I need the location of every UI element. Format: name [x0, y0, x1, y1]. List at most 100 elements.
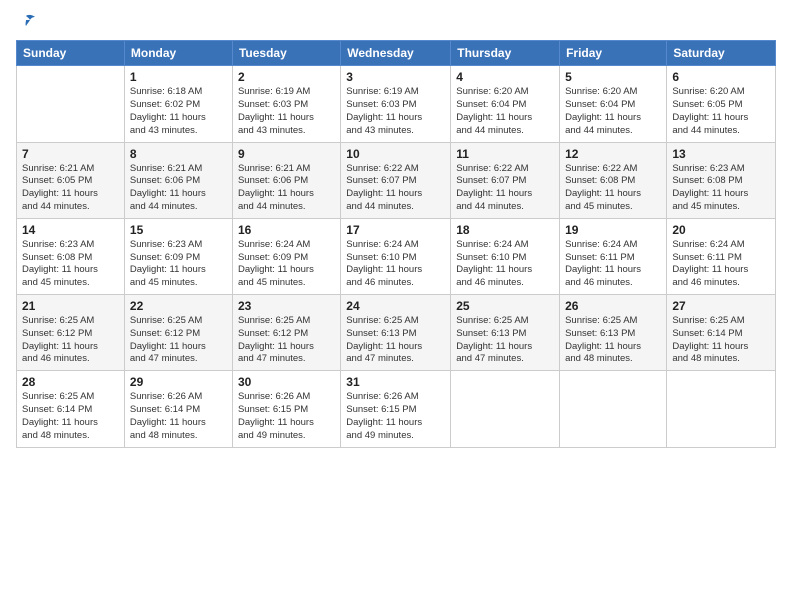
table-row: 6Sunrise: 6:20 AM Sunset: 6:05 PM Daylig… — [667, 66, 776, 142]
cell-date: 9 — [238, 147, 335, 161]
cell-date: 11 — [456, 147, 554, 161]
cell-date: 16 — [238, 223, 335, 237]
table-row: 31 Sunrise: 6:26 AM Sunset: 6:15 PM Dayli… — [341, 371, 451, 447]
cell-date: 23 — [238, 299, 335, 313]
table-row: 11 Sunrise: 6:22 AM Sunset: 6:07 PM Dayli… — [451, 142, 560, 218]
cell-info: Sunrise: 6:22 AM Sunset: 6:07 PM Dayligh… — [456, 163, 554, 214]
cell-info: Sunrise: 6:24 AM Sunset: 6:10 PM Dayligh… — [346, 239, 445, 290]
table-row: 22 Sunrise: 6:25 AM Sunset: 6:12 PM Dayli… — [124, 295, 232, 371]
calendar-week-row: 28Sunrise: 6:25 AM Sunset: 6:14 PM Dayli… — [17, 371, 776, 447]
weekday-header-friday: Friday — [560, 41, 667, 66]
cell-info: Sunrise: 6:21 AM Sunset: 6:06 PM Dayligh… — [238, 163, 335, 214]
cell-info: Sunrise: 6:25 AM Sunset: 6:12 PM Dayligh… — [130, 315, 227, 366]
cell-date: 4 — [456, 70, 554, 84]
cell-info: Sunrise: 6:25 AM Sunset: 6:12 PM Dayligh… — [238, 315, 335, 366]
cell-info: Sunrise: 6:18 AM Sunset: 6:02 PM Dayligh… — [130, 86, 227, 137]
table-row: 27 Sunrise: 6:25 AM Sunset: 6:14 PM Dayli… — [667, 295, 776, 371]
table-row: 29 Sunrise: 6:26 AM Sunset: 6:14 PM Dayli… — [124, 371, 232, 447]
cell-date: 29 — [130, 375, 227, 389]
calendar-week-row: 14Sunrise: 6:23 AM Sunset: 6:08 PM Dayli… — [17, 218, 776, 294]
cell-info: Sunrise: 6:20 AM Sunset: 6:04 PM Dayligh… — [565, 86, 661, 137]
cell-date: 10 — [346, 147, 445, 161]
calendar-week-row: 7Sunrise: 6:21 AM Sunset: 6:05 PM Daylig… — [17, 142, 776, 218]
table-row: 12 Sunrise: 6:22 AM Sunset: 6:08 PM Dayli… — [560, 142, 667, 218]
table-row: 2 Sunrise: 6:19 AM Sunset: 6:03 PM Daylig… — [232, 66, 340, 142]
cell-date: 31 — [346, 375, 445, 389]
cell-info: Sunrise: 6:25 AM Sunset: 6:13 PM Dayligh… — [346, 315, 445, 366]
page: SundayMondayTuesdayWednesdayThursdayFrid… — [0, 0, 792, 612]
weekday-header-monday: Monday — [124, 41, 232, 66]
header — [16, 12, 776, 32]
cell-date: 7 — [22, 147, 119, 161]
table-row: 10 Sunrise: 6:22 AM Sunset: 6:07 PM Dayli… — [341, 142, 451, 218]
cell-date: 30 — [238, 375, 335, 389]
cell-date: 1 — [130, 70, 227, 84]
table-row: 26Sunrise: 6:25 AM Sunset: 6:13 PM Dayli… — [560, 295, 667, 371]
table-row: 15 Sunrise: 6:23 AM Sunset: 6:09 PM Dayli… — [124, 218, 232, 294]
table-row: 17 Sunrise: 6:24 AM Sunset: 6:10 PM Dayli… — [341, 218, 451, 294]
table-row: 25 Sunrise: 6:25 AM Sunset: 6:13 PM Dayli… — [451, 295, 560, 371]
table-row: 13Sunrise: 6:23 AM Sunset: 6:08 PM Dayli… — [667, 142, 776, 218]
cell-date: 5 — [565, 70, 661, 84]
cell-info: Sunrise: 6:26 AM Sunset: 6:15 PM Dayligh… — [346, 391, 445, 442]
cell-date: 27 — [672, 299, 770, 313]
table-row: 23 Sunrise: 6:25 AM Sunset: 6:12 PM Dayli… — [232, 295, 340, 371]
cell-info: Sunrise: 6:19 AM Sunset: 6:03 PM Dayligh… — [346, 86, 445, 137]
cell-date: 8 — [130, 147, 227, 161]
logo-text — [16, 12, 36, 32]
weekday-header-saturday: Saturday — [667, 41, 776, 66]
cell-info: Sunrise: 6:20 AM Sunset: 6:05 PM Dayligh… — [672, 86, 770, 137]
cell-date: 17 — [346, 223, 445, 237]
cell-info: Sunrise: 6:26 AM Sunset: 6:14 PM Dayligh… — [130, 391, 227, 442]
table-row: 4Sunrise: 6:20 AM Sunset: 6:04 PM Daylig… — [451, 66, 560, 142]
weekday-header-thursday: Thursday — [451, 41, 560, 66]
cell-date: 18 — [456, 223, 554, 237]
cell-date: 19 — [565, 223, 661, 237]
table-row: 24 Sunrise: 6:25 AM Sunset: 6:13 PM Dayli… — [341, 295, 451, 371]
cell-info: Sunrise: 6:26 AM Sunset: 6:15 PM Dayligh… — [238, 391, 335, 442]
table-row: 28Sunrise: 6:25 AM Sunset: 6:14 PM Dayli… — [17, 371, 125, 447]
cell-info: Sunrise: 6:25 AM Sunset: 6:12 PM Dayligh… — [22, 315, 119, 366]
table-row — [667, 371, 776, 447]
weekday-header-tuesday: Tuesday — [232, 41, 340, 66]
cell-info: Sunrise: 6:22 AM Sunset: 6:07 PM Dayligh… — [346, 163, 445, 214]
logo — [16, 12, 36, 32]
cell-info: Sunrise: 6:24 AM Sunset: 6:09 PM Dayligh… — [238, 239, 335, 290]
cell-date: 15 — [130, 223, 227, 237]
cell-info: Sunrise: 6:19 AM Sunset: 6:03 PM Dayligh… — [238, 86, 335, 137]
weekday-header-row: SundayMondayTuesdayWednesdayThursdayFrid… — [17, 41, 776, 66]
weekday-header-sunday: Sunday — [17, 41, 125, 66]
cell-date: 3 — [346, 70, 445, 84]
table-row: 19Sunrise: 6:24 AM Sunset: 6:11 PM Dayli… — [560, 218, 667, 294]
cell-info: Sunrise: 6:21 AM Sunset: 6:06 PM Dayligh… — [130, 163, 227, 214]
cell-date: 24 — [346, 299, 445, 313]
table-row: 9 Sunrise: 6:21 AM Sunset: 6:06 PM Daylig… — [232, 142, 340, 218]
cell-info: Sunrise: 6:22 AM Sunset: 6:08 PM Dayligh… — [565, 163, 661, 214]
cell-date: 22 — [130, 299, 227, 313]
cell-date: 26 — [565, 299, 661, 313]
table-row — [17, 66, 125, 142]
table-row — [451, 371, 560, 447]
cell-date: 12 — [565, 147, 661, 161]
table-row: 3 Sunrise: 6:19 AM Sunset: 6:03 PM Daylig… — [341, 66, 451, 142]
calendar-table: SundayMondayTuesdayWednesdayThursdayFrid… — [16, 40, 776, 447]
cell-info: Sunrise: 6:23 AM Sunset: 6:08 PM Dayligh… — [672, 163, 770, 214]
table-row: 8 Sunrise: 6:21 AM Sunset: 6:06 PM Daylig… — [124, 142, 232, 218]
table-row: 16 Sunrise: 6:24 AM Sunset: 6:09 PM Dayli… — [232, 218, 340, 294]
logo-bird-icon — [16, 12, 36, 32]
cell-info: Sunrise: 6:25 AM Sunset: 6:13 PM Dayligh… — [456, 315, 554, 366]
cell-date: 28 — [22, 375, 119, 389]
table-row: 1 Sunrise: 6:18 AM Sunset: 6:02 PM Daylig… — [124, 66, 232, 142]
cell-date: 21 — [22, 299, 119, 313]
cell-info: Sunrise: 6:23 AM Sunset: 6:09 PM Dayligh… — [130, 239, 227, 290]
cell-info: Sunrise: 6:23 AM Sunset: 6:08 PM Dayligh… — [22, 239, 119, 290]
cell-date: 2 — [238, 70, 335, 84]
cell-date: 25 — [456, 299, 554, 313]
calendar-week-row: 1 Sunrise: 6:18 AM Sunset: 6:02 PM Daylig… — [17, 66, 776, 142]
calendar-week-row: 21 Sunrise: 6:25 AM Sunset: 6:12 PM Dayli… — [17, 295, 776, 371]
cell-date: 20 — [672, 223, 770, 237]
table-row: 7Sunrise: 6:21 AM Sunset: 6:05 PM Daylig… — [17, 142, 125, 218]
weekday-header-wednesday: Wednesday — [341, 41, 451, 66]
cell-info: Sunrise: 6:25 AM Sunset: 6:14 PM Dayligh… — [672, 315, 770, 366]
table-row: 18Sunrise: 6:24 AM Sunset: 6:10 PM Dayli… — [451, 218, 560, 294]
